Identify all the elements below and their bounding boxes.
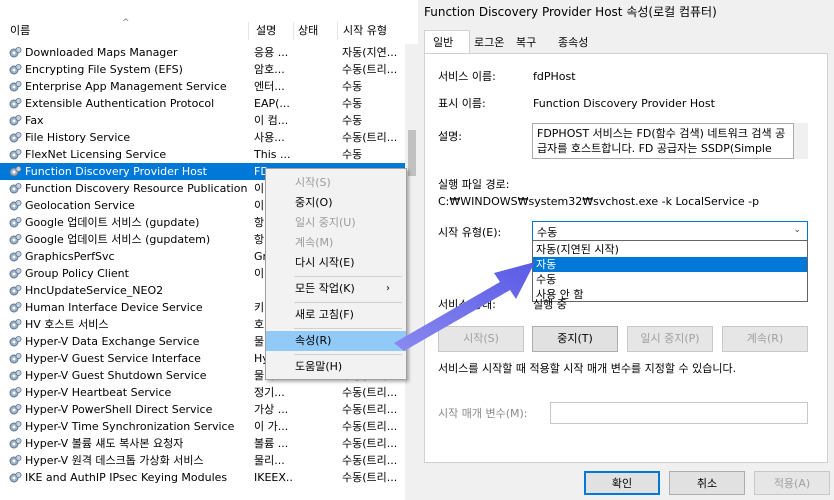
- arrow-shape: [394, 262, 535, 351]
- annotation-arrow: [394, 262, 535, 351]
